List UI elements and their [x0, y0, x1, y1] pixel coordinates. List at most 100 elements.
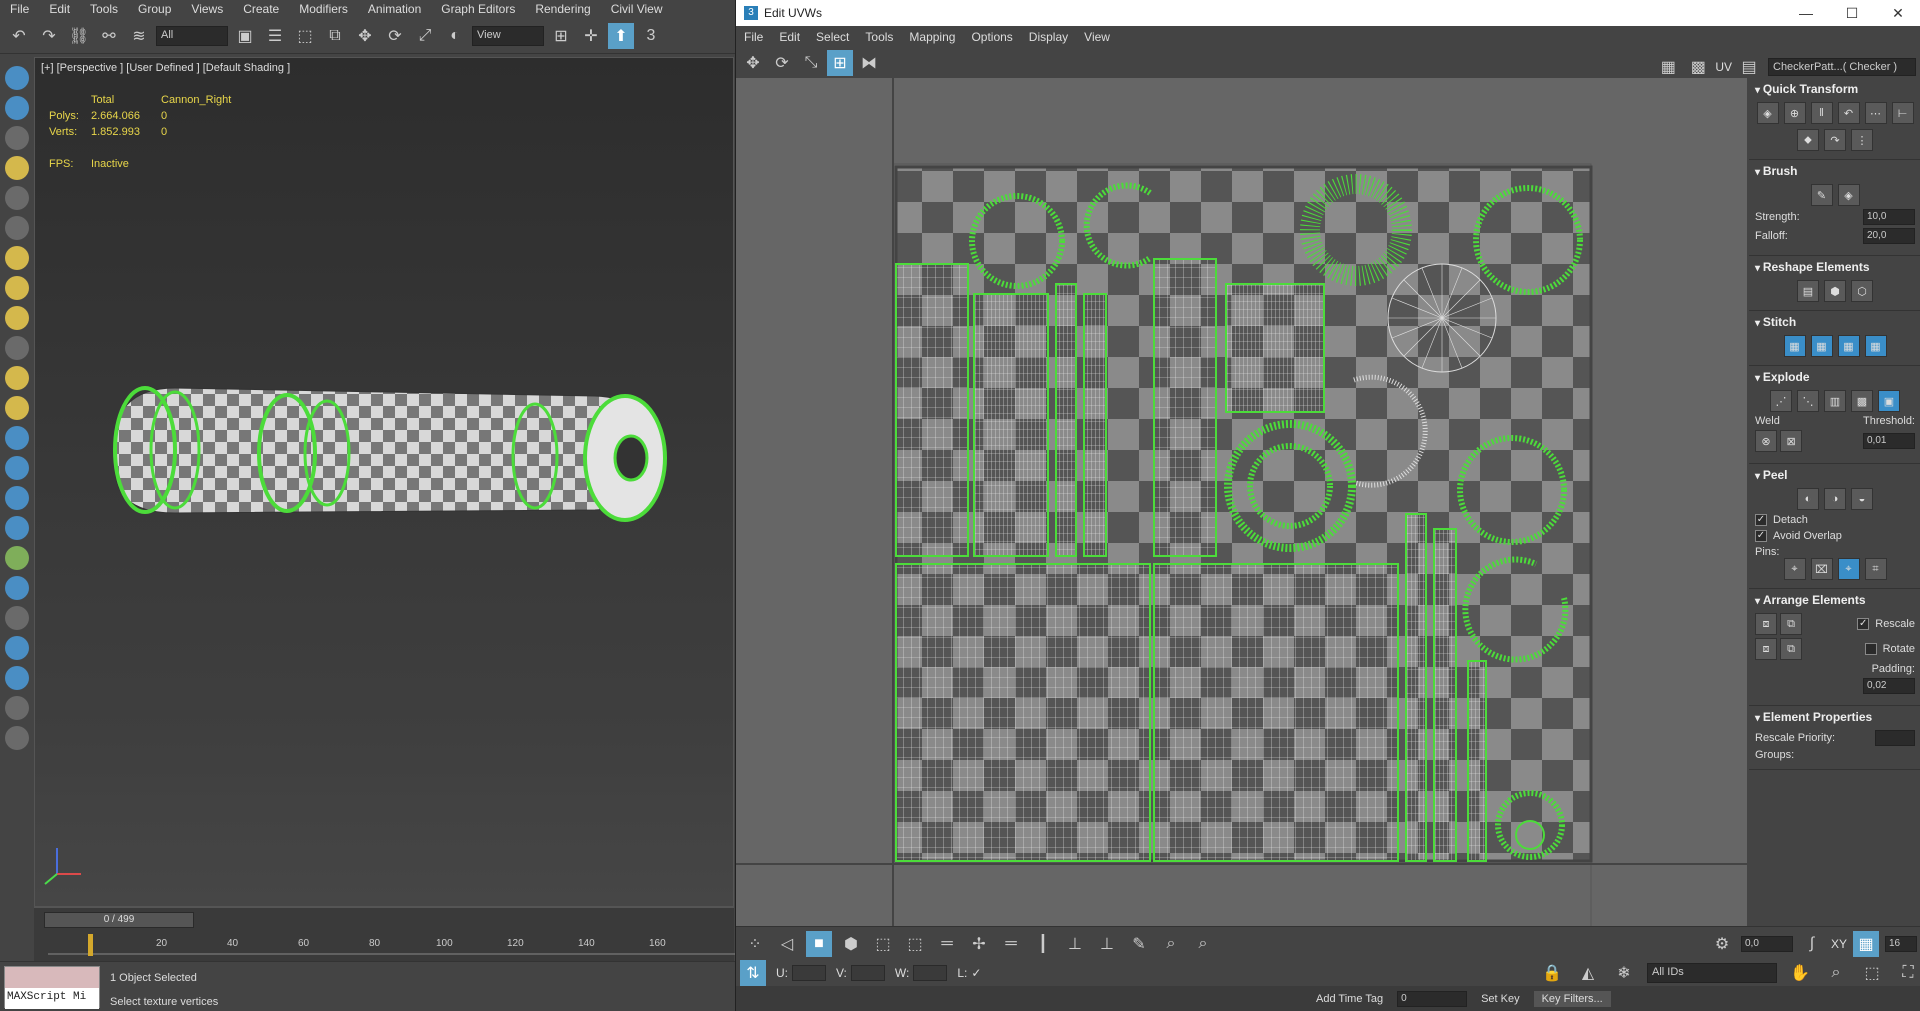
u-input[interactable]: [792, 965, 826, 981]
move-icon[interactable]: ✥: [352, 23, 378, 49]
set-pivot-icon[interactable]: ◈: [1756, 102, 1779, 124]
environment-icon[interactable]: [5, 576, 29, 600]
menu-file[interactable]: File: [0, 2, 39, 16]
quick-peel-icon[interactable]: ◐: [1797, 488, 1819, 510]
hierarchy-icon[interactable]: [5, 486, 29, 510]
strength-spinner[interactable]: 10,0: [1863, 209, 1915, 225]
weld-all-icon[interactable]: ⊠: [1780, 430, 1803, 452]
uvw-menu-edit[interactable]: Edit: [771, 30, 808, 44]
threshold-spinner[interactable]: 0,01: [1863, 433, 1915, 449]
stitch-target-icon[interactable]: ▦: [1810, 335, 1833, 357]
falloff-spinner[interactable]: 20,0: [1863, 228, 1915, 244]
undo-icon[interactable]: ↶: [6, 23, 32, 49]
detach-check-icon[interactable]: ✓: [1755, 514, 1767, 526]
hide-icon[interactable]: ◭: [1575, 960, 1601, 986]
time-slider[interactable]: 0 / 499: [44, 912, 194, 928]
unlink-icon[interactable]: ⚯: [96, 23, 122, 49]
menu-views[interactable]: Views: [181, 2, 233, 16]
key-filters-button[interactable]: Key Filters...: [1533, 990, 1611, 1007]
quick-transform-header[interactable]: Quick Transform: [1755, 82, 1915, 96]
paint-move-icon[interactable]: ✎: [1810, 184, 1833, 206]
menu-create[interactable]: Create: [233, 2, 289, 16]
rescale-checkbox[interactable]: ✓ Rescale: [1857, 618, 1915, 630]
w-input[interactable]: [913, 965, 948, 981]
rotate-icon[interactable]: ⟳: [382, 23, 408, 49]
stitch-average-icon[interactable]: ▦: [1837, 335, 1860, 357]
avoid-overlap-check-icon[interactable]: ✓: [1755, 530, 1767, 542]
align-left-icon[interactable]: ⊢: [1891, 102, 1914, 124]
select-uv-seam-icon[interactable]: ┃: [1030, 931, 1056, 957]
placement-icon[interactable]: ◐: [442, 23, 468, 49]
helpers-icon[interactable]: [5, 216, 29, 240]
light-icon[interactable]: [5, 156, 29, 180]
stitch-source-icon[interactable]: ▦: [1864, 335, 1887, 357]
pack-together-icon[interactable]: ⧈: [1755, 638, 1777, 660]
redo-icon[interactable]: ↷: [36, 23, 62, 49]
grow-selection-icon[interactable]: ⬚: [870, 931, 896, 957]
grid-snap-icon[interactable]: ▦: [1853, 930, 1879, 957]
menu-modifiers[interactable]: Modifiers: [289, 2, 358, 16]
space-horizontal-icon[interactable]: ⋯: [1864, 102, 1887, 124]
bind-space-warp-icon[interactable]: ≋: [126, 23, 152, 49]
uv-mirror-icon[interactable]: ⧓: [856, 50, 882, 76]
teapot-icon[interactable]: [5, 66, 29, 90]
grid-display-icon[interactable]: ▩: [1685, 54, 1711, 80]
flatten-by-material-icon[interactable]: ▩: [1851, 390, 1873, 412]
detach-edge-icon[interactable]: ⋱: [1797, 390, 1819, 412]
link-icon[interactable]: ⛓: [66, 23, 92, 49]
peel-header[interactable]: Peel: [1755, 468, 1915, 482]
ring-icon[interactable]: ═: [934, 931, 960, 957]
relax-brush-icon[interactable]: ◈: [1837, 184, 1860, 206]
detach-checkbox[interactable]: ✓ Detach: [1755, 514, 1915, 526]
shrink-selection-icon[interactable]: ⬚: [902, 931, 928, 957]
vertex-mode-icon[interactable]: ⁘: [742, 931, 768, 957]
menu-edit[interactable]: Edit: [39, 2, 80, 16]
rotate-cw-icon[interactable]: ↷: [1824, 129, 1846, 151]
uv-move-icon[interactable]: ✥: [740, 50, 766, 76]
set-key-button[interactable]: Set Key: [1481, 993, 1520, 1005]
uvw-menu-display[interactable]: Display: [1021, 30, 1076, 44]
rescale-check-icon[interactable]: ✓: [1857, 618, 1870, 630]
pin-icon[interactable]: ⌖: [1783, 558, 1806, 580]
space-vertical-icon[interactable]: ⋮: [1851, 129, 1873, 151]
arrange-header[interactable]: Arrange Elements: [1755, 593, 1915, 607]
break-icon[interactable]: ⋰: [1770, 390, 1792, 412]
maxscript-input[interactable]: MAXScript Mi: [5, 988, 99, 1009]
menu-rendering[interactable]: Rendering: [525, 2, 600, 16]
grid-spinner[interactable]: 16: [1885, 935, 1917, 952]
loop-icon[interactable]: ✢: [966, 931, 992, 957]
peel-mode-icon[interactable]: ◑: [1824, 488, 1846, 510]
avoid-overlap-checkbox[interactable]: ✓ Avoid Overlap: [1755, 530, 1915, 542]
stitch-custom-icon[interactable]: ▦: [1783, 335, 1806, 357]
element-properties-header[interactable]: Element Properties: [1755, 710, 1915, 724]
flatten-by-smoothing-icon[interactable]: ▥: [1824, 390, 1846, 412]
render-icon[interactable]: [5, 636, 29, 660]
padding-spinner[interactable]: 0,02: [1863, 678, 1915, 694]
straighten-icon[interactable]: ▤: [1797, 280, 1819, 302]
xy-toggle[interactable]: XY: [1831, 937, 1847, 951]
loop-select-icon[interactable]: ═: [998, 931, 1024, 957]
uvw-menu-select[interactable]: Select: [808, 30, 857, 44]
paint-select-icon[interactable]: ✎: [1126, 931, 1152, 957]
relax-icon[interactable]: ⬢: [1824, 280, 1846, 302]
material-icon[interactable]: [5, 456, 29, 480]
close-icon[interactable]: ✕: [1875, 0, 1920, 26]
checker-display-icon[interactable]: ▦: [1655, 54, 1681, 80]
enlarge-brush-icon[interactable]: ⌕: [1158, 931, 1184, 957]
cone-icon[interactable]: [5, 336, 29, 360]
relax-settings-icon[interactable]: ⬡: [1851, 280, 1873, 302]
point-to-point-seam-icon[interactable]: ⊥: [1062, 931, 1088, 957]
maxscript-listener[interactable]: MAXScript Mi: [4, 966, 100, 1009]
rotate-checkbox[interactable]: Rotate: [1864, 643, 1915, 655]
camera-icon[interactable]: [5, 186, 29, 210]
uv-scale-icon[interactable]: ⤡: [798, 50, 824, 76]
angle-spinner[interactable]: 0,0: [1740, 935, 1793, 952]
uv-freeform-icon[interactable]: ⊞: [827, 50, 853, 76]
menu-group[interactable]: Group: [128, 2, 181, 16]
selection-filter-dropdown[interactable]: All: [156, 25, 228, 46]
menu-civil-view[interactable]: Civil View: [601, 2, 673, 16]
help-icon[interactable]: [5, 726, 29, 750]
render-frame-icon[interactable]: [5, 96, 29, 120]
maximize-icon[interactable]: ☐: [1829, 0, 1875, 26]
ids-dropdown[interactable]: All IDs: [1647, 963, 1777, 983]
